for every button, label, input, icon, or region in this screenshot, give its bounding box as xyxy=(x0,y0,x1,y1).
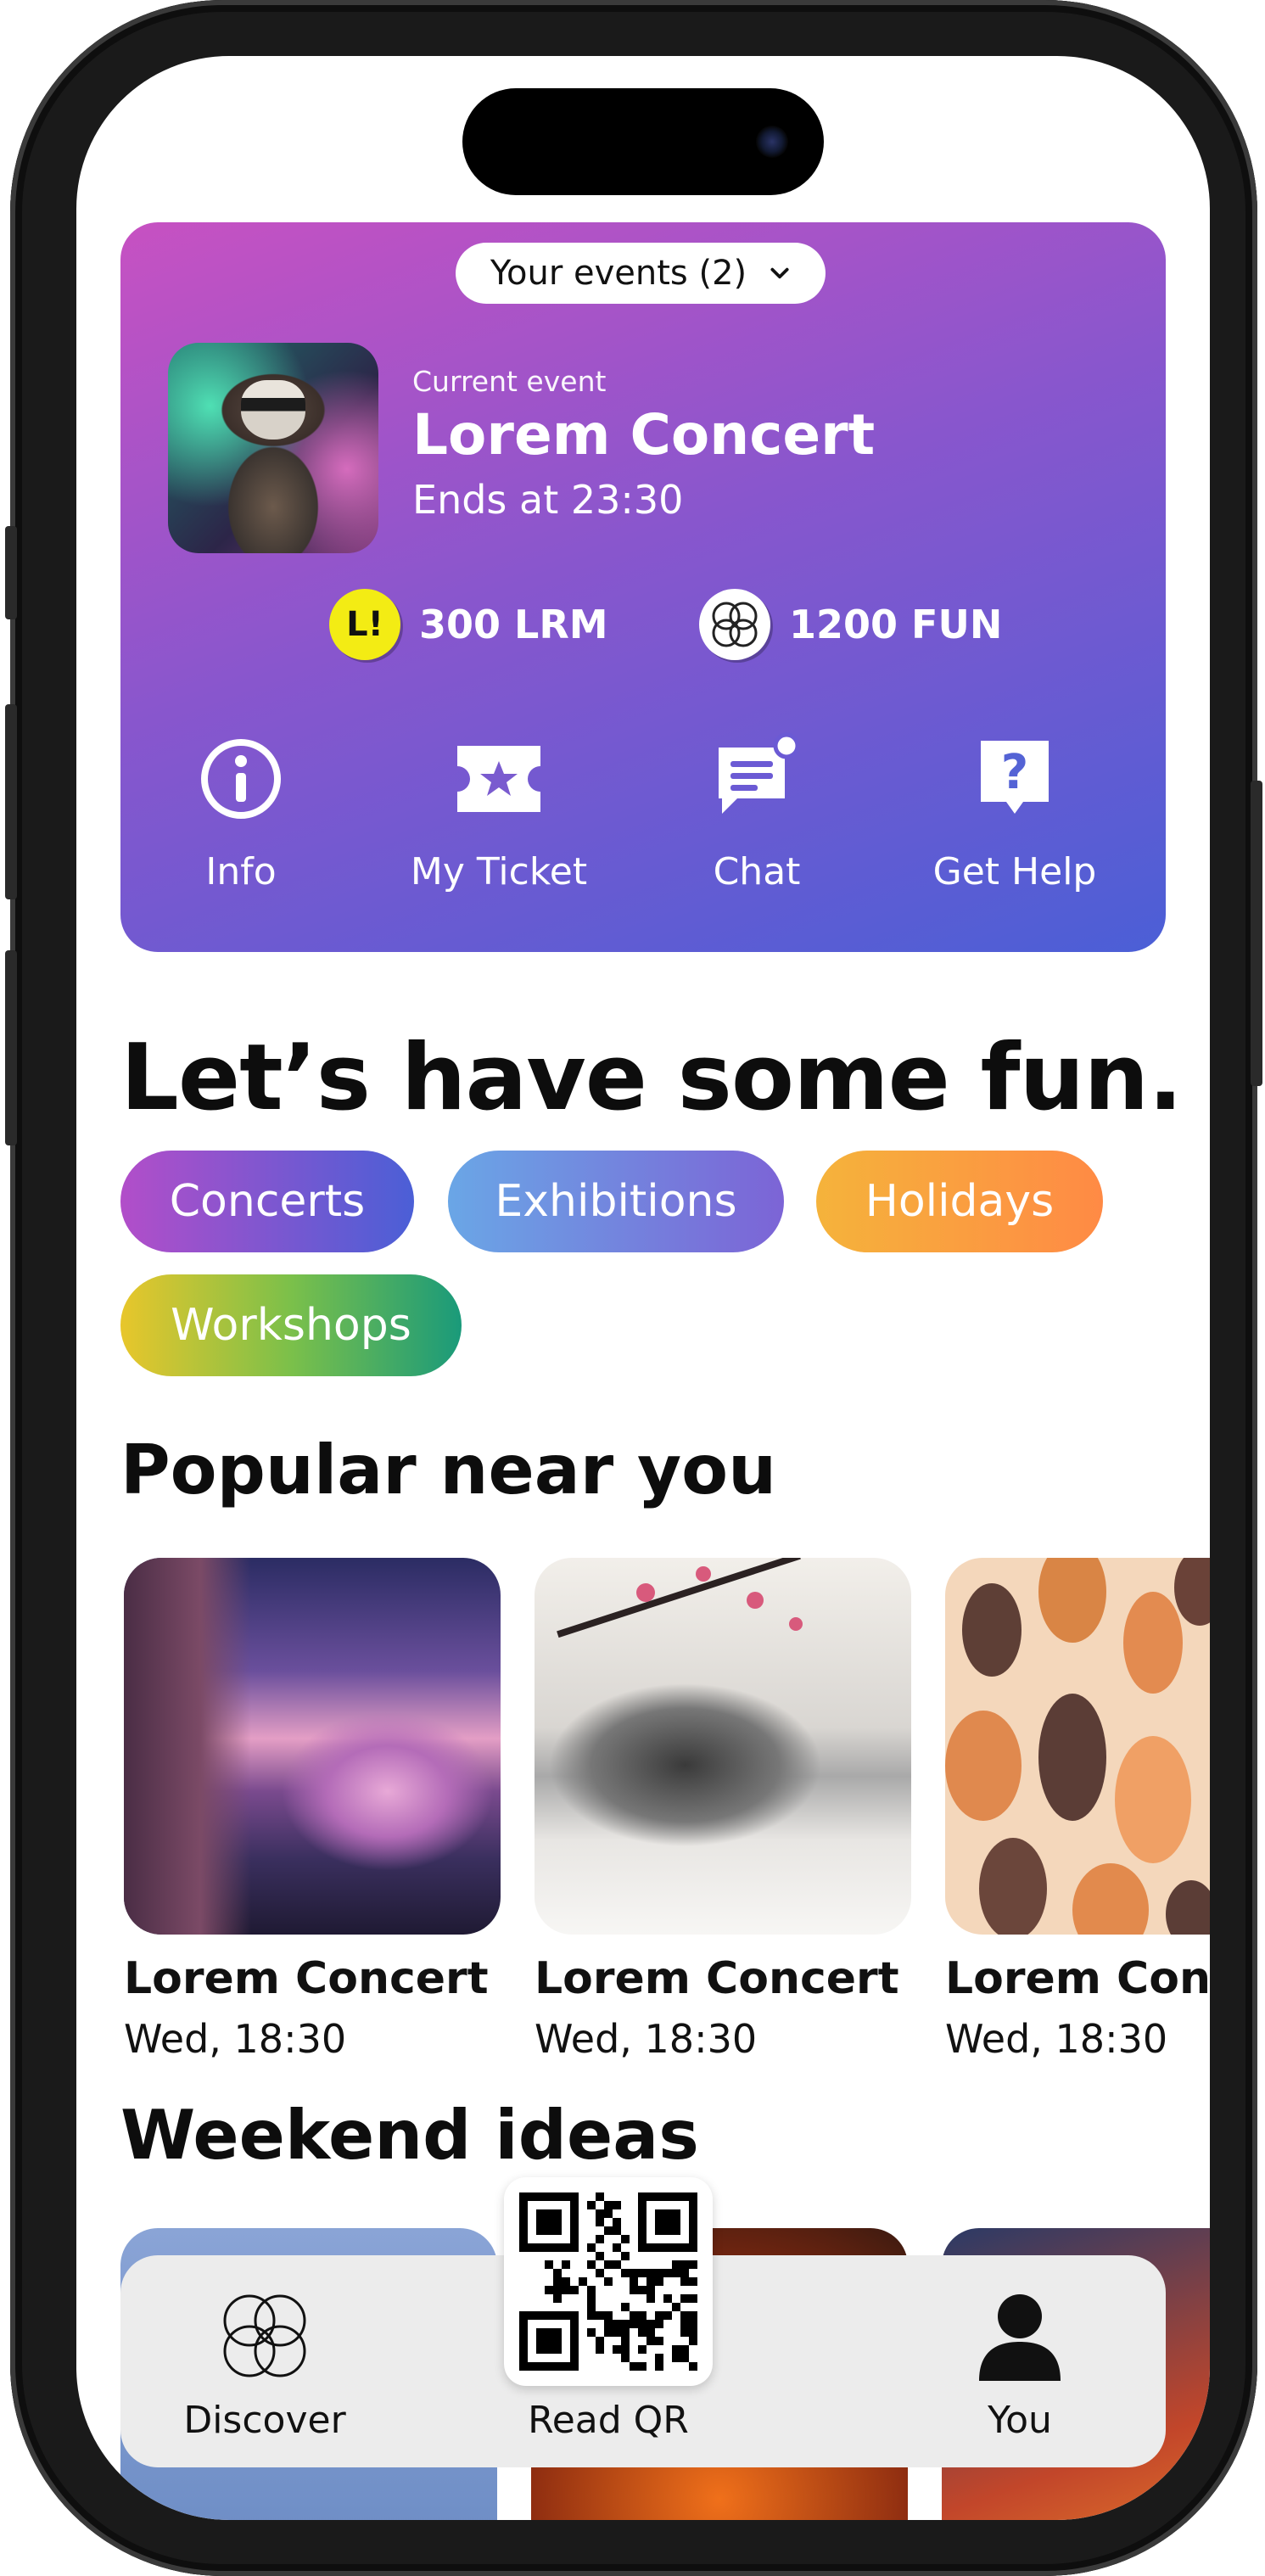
nav-read-qr-label: Read QR xyxy=(528,2399,689,2442)
chevron-down-icon xyxy=(770,267,789,279)
category-chip-holidays[interactable]: Holidays xyxy=(816,1151,1103,1252)
help-icon: ? xyxy=(981,741,1049,814)
chat-button[interactable]: Chat xyxy=(646,728,867,893)
category-chip-exhibitions[interactable]: Exhibitions xyxy=(448,1151,784,1252)
chat-icon xyxy=(719,732,800,814)
event-card-date: Wed, 18:30 xyxy=(945,2016,1168,2062)
events-dropdown[interactable]: Your events (2) xyxy=(456,243,826,304)
event-card-image[interactable] xyxy=(124,1558,501,1935)
event-card-title[interactable]: Lorem Concert xyxy=(124,1953,489,2004)
raccoon-face xyxy=(241,380,305,440)
event-card-date: Wed, 18:30 xyxy=(535,2016,758,2062)
bottom-navigation: Discover Read QR You xyxy=(120,2177,1166,2467)
category-chip-workshops[interactable]: Workshops xyxy=(120,1274,462,1376)
get-help-button[interactable]: ? Get Help xyxy=(904,728,1125,893)
ticket-icon xyxy=(457,746,540,812)
event-thumbnail[interactable] xyxy=(168,343,378,553)
event-card-date: Wed, 18:30 xyxy=(124,2016,347,2062)
event-end-time: Ends at 23:30 xyxy=(412,477,684,523)
lrm-balance-value: 300 LRM xyxy=(419,602,608,647)
nav-you[interactable]: You xyxy=(910,2255,1130,2467)
event-card-title[interactable]: Lorem Concert xyxy=(945,1953,1210,2004)
fun-balance-value: 1200 FUN xyxy=(789,602,1003,647)
qr-code-icon[interactable] xyxy=(504,2177,713,2386)
phone-frame: Your events (2) Current event Lorem Conc… xyxy=(5,0,1262,2576)
event-title: Lorem Concert xyxy=(412,402,876,468)
fun-balance: 1200 FUN xyxy=(699,589,1002,660)
profile-icon xyxy=(979,2294,1061,2381)
discover-icon xyxy=(223,2294,306,2377)
event-card-image[interactable] xyxy=(535,1558,911,1935)
lrm-coin-icon: L! xyxy=(329,589,400,660)
lrm-balance: L! 300 LRM xyxy=(329,589,608,660)
volume-down-button xyxy=(5,950,17,1145)
fun-coin-icon xyxy=(699,589,770,660)
hero-title: Let’s have some fun. xyxy=(120,1025,1183,1131)
current-event-label: Current event xyxy=(412,365,607,398)
my-ticket-label: My Ticket xyxy=(410,850,588,893)
mute-switch xyxy=(5,526,17,619)
volume-up-button xyxy=(5,704,17,899)
popular-section-title: Popular near you xyxy=(120,1431,777,1509)
nav-discover[interactable]: Discover xyxy=(154,2255,375,2467)
get-help-label: Get Help xyxy=(932,850,1097,893)
current-event-card: Your events (2) Current event Lorem Conc… xyxy=(120,222,1166,952)
event-card-title[interactable]: Lorem Concert xyxy=(535,1953,899,2004)
camera-icon xyxy=(756,126,788,158)
info-button[interactable]: Info xyxy=(131,728,351,893)
weekend-section-title: Weekend ideas xyxy=(120,2096,699,2175)
svg-text:?: ? xyxy=(1001,745,1028,800)
dynamic-island xyxy=(462,88,824,195)
event-card-image[interactable] xyxy=(945,1558,1210,1935)
category-chip-concerts[interactable]: Concerts xyxy=(120,1151,414,1252)
events-dropdown-label: Your events (2) xyxy=(490,254,747,293)
screen: Your events (2) Current event Lorem Conc… xyxy=(76,56,1210,2520)
power-button xyxy=(1251,781,1262,1086)
info-icon xyxy=(201,739,281,819)
nav-discover-label: Discover xyxy=(183,2399,346,2442)
info-label: Info xyxy=(205,850,277,893)
event-actions: Info My Ticket Chat ? Get Help xyxy=(120,728,1166,923)
my-ticket-button[interactable]: My Ticket xyxy=(389,728,609,893)
chat-label: Chat xyxy=(713,850,801,893)
nav-you-label: You xyxy=(988,2399,1052,2442)
